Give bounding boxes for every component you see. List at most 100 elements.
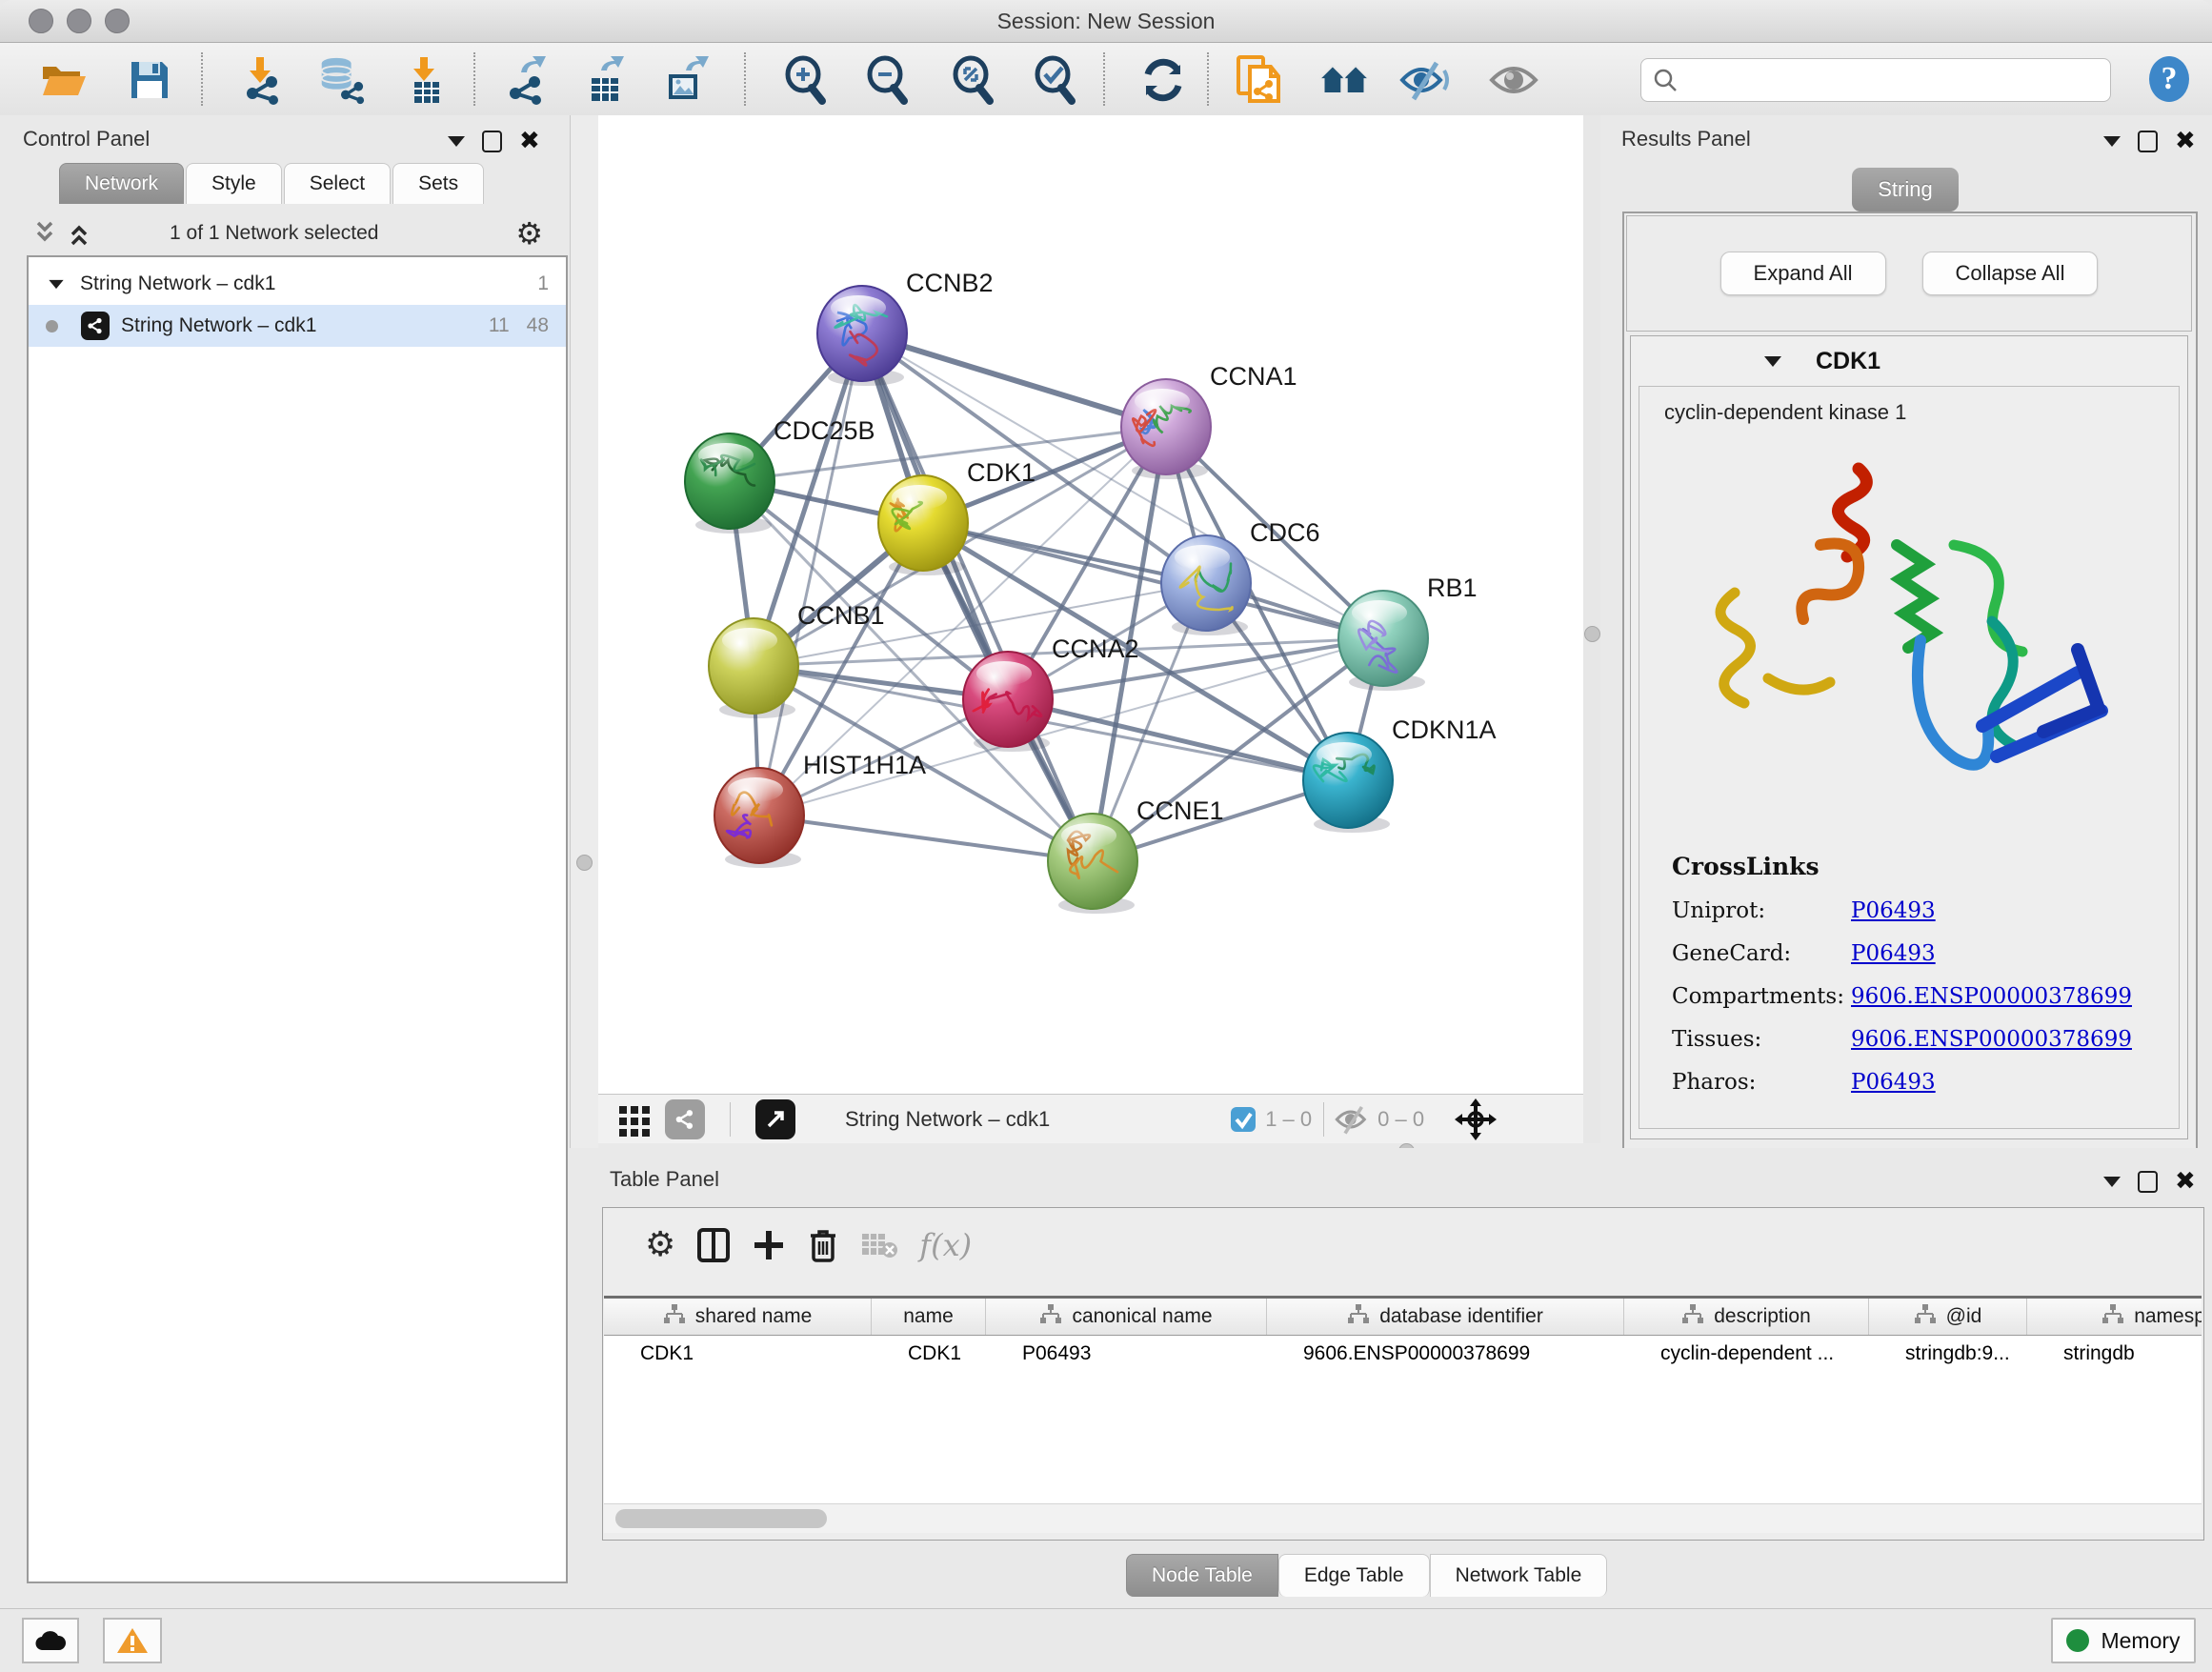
- right-splitter[interactable]: [1583, 115, 1600, 1148]
- network-options-gear-icon[interactable]: ⚙: [515, 218, 543, 249]
- column-header-name[interactable]: name: [872, 1299, 986, 1335]
- network-node-CCNE1[interactable]: CCNE1: [1048, 796, 1224, 914]
- tab-string[interactable]: String: [1852, 168, 1959, 212]
- table-horizontal-scrollbar[interactable]: [604, 1503, 2202, 1533]
- tab-network-table[interactable]: Network Table: [1430, 1554, 1608, 1597]
- column-header-canonical-name[interactable]: canonical name: [986, 1299, 1267, 1335]
- tab-style[interactable]: Style: [186, 163, 282, 204]
- export-table-button[interactable]: [581, 54, 633, 106]
- first-neighbors-button[interactable]: [1318, 54, 1370, 106]
- expand-all-button[interactable]: Expand All: [1720, 252, 1886, 295]
- search-input[interactable]: [1687, 68, 2099, 92]
- show-columns-icon[interactable]: [696, 1227, 731, 1263]
- crosslink-link[interactable]: P06493: [1851, 1070, 1936, 1095]
- warnings-button[interactable]: [103, 1618, 162, 1663]
- collection-expand-icon[interactable]: [49, 279, 63, 288]
- network-node-CCNB1[interactable]: CCNB1: [709, 601, 885, 718]
- export-network-button[interactable]: [499, 54, 551, 106]
- scrollbar-thumb[interactable]: [615, 1509, 827, 1528]
- import-network-from-database-button[interactable]: [314, 54, 366, 106]
- tab-edge-table[interactable]: Edge Table: [1278, 1554, 1430, 1597]
- delete-column-icon[interactable]: [807, 1227, 839, 1263]
- memory-button[interactable]: Memory: [2051, 1618, 2196, 1663]
- splitter-handle[interactable]: [576, 855, 593, 871]
- apply-layout-button[interactable]: [1137, 54, 1189, 106]
- column-header-namespace[interactable]: namespace: [2027, 1299, 2202, 1335]
- network-node-RB1[interactable]: RB1: [1338, 574, 1478, 691]
- table-row[interactable]: CDK1CDK1P064939606.ENSP00000378699cyclin…: [604, 1336, 2202, 1372]
- collapse-all-button[interactable]: Collapse All: [1922, 252, 2099, 295]
- network-row-selected[interactable]: String Network – cdk1 11 48: [29, 305, 566, 347]
- close-panel-icon[interactable]: ✖: [2175, 1173, 2196, 1191]
- network-node-CDKN1A[interactable]: CDKN1A: [1303, 715, 1497, 833]
- network-share-icon[interactable]: [665, 1099, 705, 1139]
- column-header-database-identifier[interactable]: database identifier: [1267, 1299, 1624, 1335]
- tab-node-table[interactable]: Node Table: [1126, 1554, 1278, 1597]
- search-box[interactable]: [1640, 58, 2111, 102]
- network-edge-HIST1H1A-CCNE1[interactable]: [759, 816, 1093, 861]
- open-session-button[interactable]: [38, 54, 90, 106]
- left-splitter[interactable]: [570, 115, 600, 1148]
- network-collection-row[interactable]: String Network – cdk1 1: [29, 263, 566, 305]
- table-cell[interactable]: stringdb:9...: [1869, 1336, 2027, 1372]
- crosslink-link[interactable]: 9606.ENSP00000378699: [1851, 984, 2132, 1009]
- float-panel-icon[interactable]: [2138, 1171, 2158, 1193]
- column-header-description[interactable]: description: [1624, 1299, 1869, 1335]
- toolbar-separator: [1103, 52, 1105, 106]
- network-node-HIST1H1A[interactable]: HIST1H1A: [714, 751, 926, 868]
- protein-section-header[interactable]: CDK1: [1631, 336, 2187, 386]
- pan-crosshair-icon[interactable]: [1455, 1098, 1497, 1140]
- network-view-canvas[interactable]: CCNB2CCNA1CDC25BCDK1CDC6RB1CCNB1CCNA2CDK…: [598, 115, 1583, 1094]
- expand-all-tree-icon[interactable]: [32, 219, 65, 248]
- section-collapse-icon[interactable]: [1764, 356, 1781, 367]
- panel-menu-icon[interactable]: [2103, 1177, 2121, 1187]
- import-network-button[interactable]: [234, 54, 286, 106]
- column-header-@id[interactable]: @id: [1869, 1299, 2027, 1335]
- tab-select[interactable]: Select: [284, 163, 391, 204]
- network-node-CCNA1[interactable]: CCNA1: [1121, 362, 1297, 479]
- zoom-selected-button[interactable]: [1029, 54, 1080, 106]
- float-panel-icon[interactable]: [2138, 131, 2158, 152]
- crosslink-link[interactable]: 9606.ENSP00000378699: [1851, 1027, 2132, 1052]
- panel-menu-icon[interactable]: [448, 136, 465, 147]
- close-panel-icon[interactable]: ✖: [2175, 132, 2196, 151]
- crosslink-link[interactable]: P06493: [1851, 941, 1936, 966]
- float-panel-icon[interactable]: [482, 131, 502, 152]
- save-session-button[interactable]: [124, 54, 175, 106]
- selected-nodes-checkbox-icon[interactable]: [1229, 1105, 1257, 1134]
- network-edge-CCNB2-CCNE1[interactable]: [862, 333, 1093, 861]
- zoom-in-button[interactable]: [779, 54, 831, 106]
- clone-network-button[interactable]: [1233, 54, 1284, 106]
- table-cell[interactable]: P06493: [986, 1336, 1267, 1372]
- zoom-fit-button[interactable]: [947, 54, 998, 106]
- show-all-button[interactable]: [1488, 54, 1539, 106]
- column-header-shared-name[interactable]: shared name: [604, 1299, 872, 1335]
- tab-sets[interactable]: Sets: [392, 163, 484, 204]
- hide-selected-button[interactable]: [1398, 54, 1450, 106]
- add-column-icon[interactable]: [752, 1228, 786, 1262]
- close-panel-icon[interactable]: ✖: [519, 132, 540, 151]
- hidden-elements-eye-icon[interactable]: [1334, 1104, 1372, 1135]
- cloud-status-button[interactable]: [22, 1618, 79, 1663]
- import-table-button[interactable]: [400, 54, 452, 106]
- grid-view-icon[interactable]: [617, 1102, 652, 1137]
- table-options-gear-icon[interactable]: ⚙: [645, 1230, 675, 1260]
- table-cell[interactable]: CDK1: [604, 1336, 872, 1372]
- collapse-all-tree-icon[interactable]: [67, 219, 99, 248]
- splitter-handle[interactable]: [1584, 626, 1600, 642]
- table-cell[interactable]: cyclin-dependent ...: [1624, 1336, 1869, 1372]
- table-cell[interactable]: stringdb: [2027, 1336, 2202, 1372]
- control-panel-title: Control Panel: [23, 127, 150, 151]
- panel-menu-icon[interactable]: [2103, 136, 2121, 147]
- tab-network[interactable]: Network: [59, 163, 184, 204]
- table-cell[interactable]: CDK1: [872, 1336, 986, 1372]
- network-graph[interactable]: CCNB2CCNA1CDC25BCDK1CDC6RB1CCNB1CCNA2CDK…: [598, 115, 1583, 1094]
- export-image-button[interactable]: [661, 54, 713, 106]
- birds-eye-view-icon[interactable]: [755, 1099, 795, 1139]
- zoom-out-button[interactable]: [861, 54, 913, 106]
- table-cell[interactable]: 9606.ENSP00000378699: [1267, 1336, 1624, 1372]
- help-button[interactable]: ?: [2145, 55, 2193, 103]
- node-table: shared namenamecanonical namedatabase id…: [604, 1296, 2202, 1504]
- network-edge-CCNB2-CCNA1[interactable]: [862, 333, 1166, 427]
- crosslink-link[interactable]: P06493: [1851, 898, 1936, 923]
